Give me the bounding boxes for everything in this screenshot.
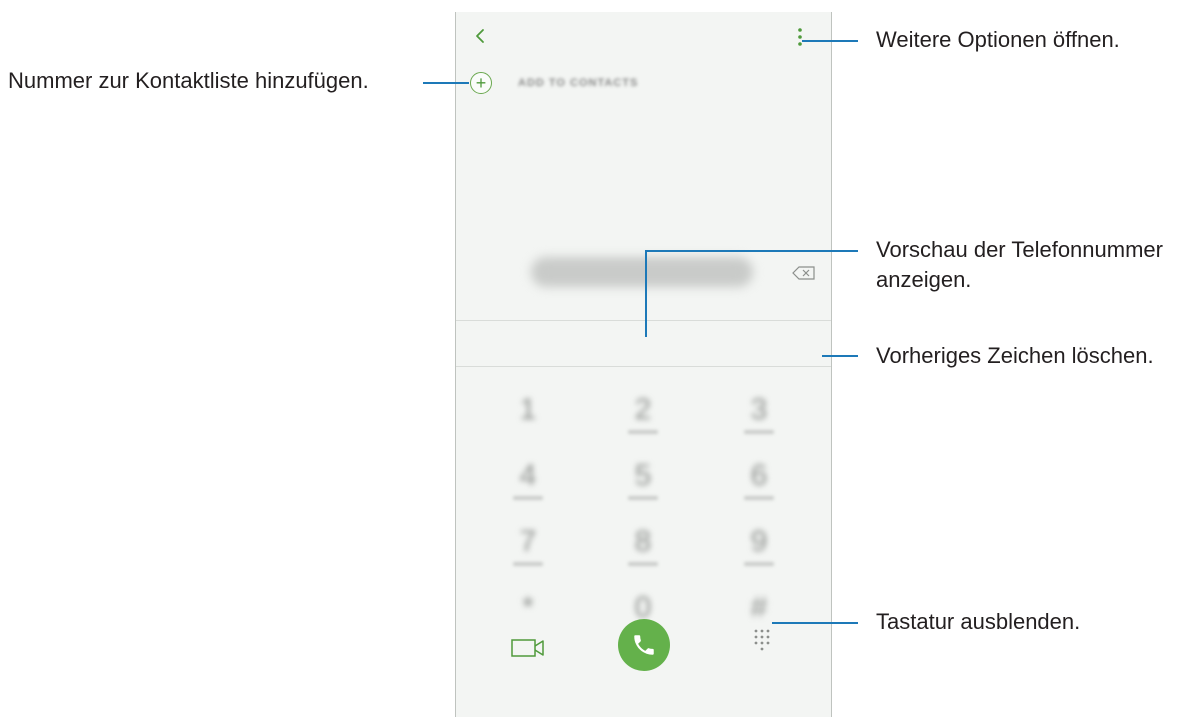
keypad-key-star[interactable]: * — [508, 590, 548, 626]
annotation-preview-line2: anzeigen. — [876, 267, 972, 292]
key-digit: # — [750, 591, 768, 624]
phone-number-display — [531, 257, 753, 287]
key-letters — [744, 562, 774, 566]
key-digit: 5 — [634, 459, 652, 492]
callout-line-preview-vertical — [645, 250, 647, 337]
key-letters — [628, 496, 658, 500]
keypad-key-2[interactable]: 2 — [623, 392, 663, 434]
callout-line-preview — [645, 250, 858, 252]
key-digit: 7 — [519, 525, 537, 558]
app-bar — [456, 12, 831, 62]
keypad-key-4[interactable]: 4 — [508, 458, 548, 500]
plus-circle-icon[interactable]: + — [470, 72, 492, 94]
annotation-hide-keypad: Tastatur ausblenden. — [876, 609, 1081, 634]
key-letters — [628, 430, 658, 434]
key-digit: 9 — [750, 525, 768, 558]
key-digit: * — [522, 591, 534, 624]
divider — [456, 366, 831, 367]
backspace-icon[interactable] — [792, 266, 816, 280]
key-digit: 8 — [634, 525, 652, 558]
callout-line-delete — [822, 355, 858, 357]
keypad-key-3[interactable]: 3 — [739, 392, 779, 434]
chevron-left-icon[interactable] — [470, 26, 490, 46]
annotation-delete-char: Vorheriges Zeichen löschen. — [876, 343, 1154, 368]
video-call-icon[interactable] — [510, 635, 546, 661]
keypad-key-1[interactable]: 1 — [508, 392, 548, 428]
keypad-key-6[interactable]: 6 — [739, 458, 779, 500]
keypad-key-hash[interactable]: # — [739, 590, 779, 626]
key-digit: 1 — [519, 393, 537, 426]
add-to-contacts-label: ADD TO CONTACTS — [518, 77, 639, 89]
keypad-key-8[interactable]: 8 — [623, 524, 663, 566]
key-digit: 4 — [519, 459, 537, 492]
call-bar — [456, 619, 831, 717]
phone-screen: + ADD TO CONTACTS 1 2 3 4 5 6 7 8 9 * 0 … — [455, 12, 832, 717]
key-letters — [744, 496, 774, 500]
add-to-contacts-row[interactable]: + ADD TO CONTACTS — [470, 68, 638, 98]
key-digit: 6 — [750, 459, 768, 492]
keypad-key-5[interactable]: 5 — [623, 458, 663, 500]
annotation-more-options: Weitere Optionen öffnen. — [876, 27, 1120, 52]
keypad-icon[interactable] — [752, 627, 772, 657]
callout-line-more-options — [802, 40, 858, 42]
call-button[interactable] — [618, 619, 670, 671]
key-digit: 2 — [634, 393, 652, 426]
key-letters — [744, 430, 774, 434]
divider — [456, 320, 831, 321]
keypad-key-7[interactable]: 7 — [508, 524, 548, 566]
key-letters — [513, 562, 543, 566]
phone-icon — [634, 635, 654, 655]
keypad-key-9[interactable]: 9 — [739, 524, 779, 566]
annotation-add-to-contacts: Nummer zur Kontaktliste hinzufügen. — [8, 68, 369, 93]
more-options-icon[interactable] — [796, 26, 804, 48]
key-digit: 3 — [750, 393, 768, 426]
key-letters — [513, 496, 543, 500]
annotation-preview-line1: Vorschau der Telefonnummer — [876, 237, 1163, 262]
callout-line-keypad — [772, 622, 858, 624]
key-letters — [628, 562, 658, 566]
callout-line-add-contacts — [423, 82, 469, 84]
